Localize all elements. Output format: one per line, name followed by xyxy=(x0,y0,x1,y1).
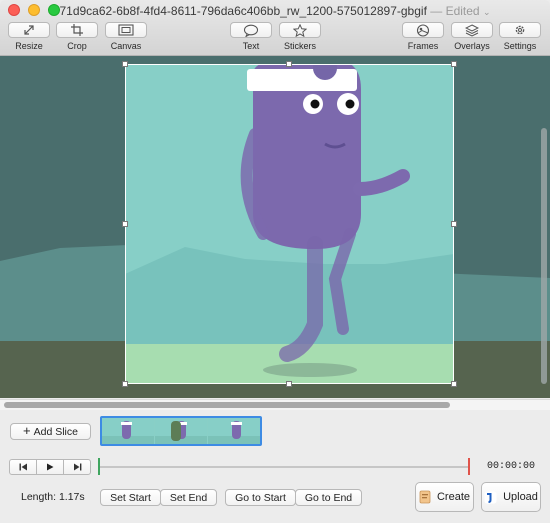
gear-icon xyxy=(515,25,525,35)
resize-label: Resize xyxy=(15,41,43,51)
crop-icon xyxy=(71,24,83,36)
settings-button[interactable] xyxy=(499,22,541,38)
resize-icon xyxy=(24,25,34,35)
horizontal-scrollbar[interactable] xyxy=(0,399,550,410)
vertical-scrollbar[interactable] xyxy=(541,128,547,384)
star-icon xyxy=(293,23,307,37)
filmstrip-frame[interactable] xyxy=(155,418,207,444)
crop-handle-bottom-left[interactable] xyxy=(122,381,128,387)
crop-handle-top[interactable] xyxy=(286,61,292,67)
text-tool[interactable]: Text xyxy=(229,22,273,51)
crop-button[interactable] xyxy=(56,22,98,38)
crop-handle-bottom[interactable] xyxy=(286,381,292,387)
plus-icon: + xyxy=(23,423,31,438)
timeline-start-marker[interactable] xyxy=(98,458,100,475)
create-button[interactable]: Create xyxy=(415,482,474,512)
filmstrip-frame[interactable] xyxy=(208,418,260,444)
edited-status: — Edited xyxy=(430,4,480,18)
timeline-track[interactable] xyxy=(99,466,470,468)
go-to-end-button[interactable]: Go to End xyxy=(295,489,362,506)
speech-bubble-icon xyxy=(243,24,259,37)
crop-region[interactable] xyxy=(125,64,454,384)
crop-handle-top-right[interactable] xyxy=(451,61,457,67)
window-title: 71d9ca62-6b8f-4fd4-8611-796da6c406bb_rw_… xyxy=(0,4,550,18)
settings-tool[interactable]: Settings xyxy=(498,22,542,51)
frames-tool[interactable]: Frames xyxy=(401,22,445,51)
title-menu-chevron-icon[interactable]: ⌄ xyxy=(483,7,491,17)
resize-button[interactable] xyxy=(8,22,50,38)
crop-tool[interactable]: Crop xyxy=(55,22,99,51)
canvas-area[interactable] xyxy=(0,56,550,398)
timecode-display: 00:00:00 xyxy=(487,461,536,472)
play-icon xyxy=(47,463,54,471)
canvas-label: Canvas xyxy=(110,41,142,51)
overlays-label: Overlays xyxy=(454,41,490,51)
frames-icon xyxy=(416,23,430,37)
text-button[interactable] xyxy=(230,22,272,38)
crop-handle-top-left[interactable] xyxy=(122,61,128,67)
filmstrip-frame[interactable] xyxy=(102,418,154,444)
canvas-icon xyxy=(118,24,134,36)
length-label: Length: 1.17s xyxy=(21,491,85,503)
transport-controls xyxy=(9,459,91,475)
add-slice-label: Add Slice xyxy=(33,425,78,438)
upload-label: Upload xyxy=(503,491,538,503)
stickers-label: Stickers xyxy=(283,41,316,51)
overlays-button[interactable] xyxy=(451,22,493,38)
set-end-button[interactable]: Set End xyxy=(160,489,217,506)
crop-handle-right[interactable] xyxy=(451,221,457,227)
crop-handle-left[interactable] xyxy=(122,221,128,227)
text-label: Text xyxy=(242,41,260,51)
layers-icon xyxy=(465,23,479,37)
skip-forward-icon xyxy=(73,463,81,471)
go-to-start-button[interactable]: Go to Start xyxy=(225,489,296,506)
timeline-end-marker[interactable] xyxy=(468,458,470,475)
canvas-tool[interactable]: Canvas xyxy=(104,22,148,51)
overlays-tool[interactable]: Overlays xyxy=(450,22,494,51)
canvas-button[interactable] xyxy=(105,22,147,38)
crop-handle-bottom-right[interactable] xyxy=(451,381,457,387)
create-icon xyxy=(419,490,431,504)
slice-selection-marker xyxy=(171,421,181,441)
create-label: Create xyxy=(436,491,471,503)
play-button[interactable] xyxy=(36,459,64,475)
skip-forward-button[interactable] xyxy=(63,459,91,475)
crop-label: Crop xyxy=(67,41,87,51)
add-slice-button[interactable]: + Add Slice xyxy=(10,423,91,440)
stickers-tool[interactable]: Stickers xyxy=(278,22,322,51)
frames-label: Frames xyxy=(407,41,439,51)
toolbar: 71d9ca62-6b8f-4fd4-8611-796da6c406bb_rw_… xyxy=(0,0,550,56)
document-name: 71d9ca62-6b8f-4fd4-8611-796da6c406bb_rw_… xyxy=(59,4,427,18)
settings-label: Settings xyxy=(503,41,537,51)
set-start-button[interactable]: Set Start xyxy=(100,489,161,506)
horizontal-scrollbar-thumb[interactable] xyxy=(4,402,450,408)
resize-tool[interactable]: Resize xyxy=(7,22,51,51)
slice-filmstrip[interactable] xyxy=(100,416,262,446)
upload-button[interactable]: Upload xyxy=(481,482,541,512)
skip-back-button[interactable] xyxy=(9,459,37,475)
stickers-button[interactable] xyxy=(279,22,321,38)
gif-frame xyxy=(125,64,454,384)
app-window: 71d9ca62-6b8f-4fd4-8611-796da6c406bb_rw_… xyxy=(0,0,550,523)
skip-back-icon xyxy=(19,463,27,471)
upload-icon xyxy=(484,491,497,503)
frames-button[interactable] xyxy=(402,22,444,38)
